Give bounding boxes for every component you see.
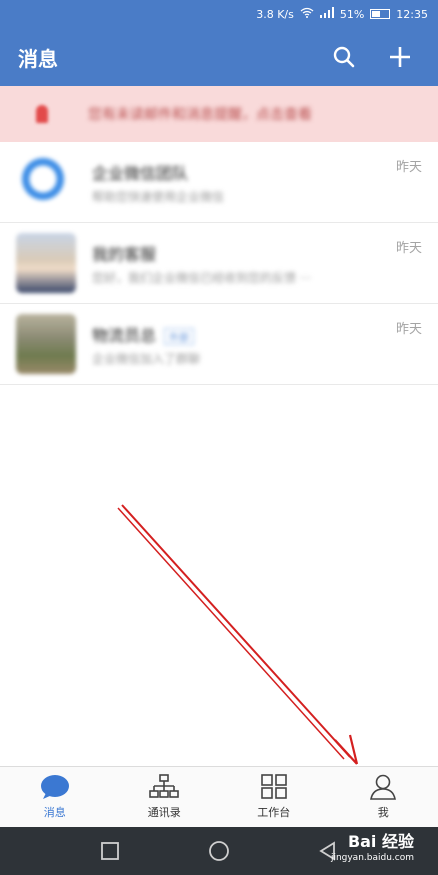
tab-me[interactable]: 我 — [329, 767, 438, 827]
conversation-item[interactable]: 我的客服 您好，我们企业微信已经收到您的反馈 ··· 昨天 — [0, 223, 438, 304]
tab-messages[interactable]: 消息 — [0, 767, 110, 827]
tab-workbench[interactable]: 工作台 — [219, 767, 329, 827]
person-icon — [370, 774, 397, 800]
notification-banner[interactable]: 您有未读邮件和消息提醒，点击查看 — [0, 86, 438, 142]
tab-contacts[interactable]: 通讯录 — [110, 767, 220, 827]
tab-label: 我 — [377, 806, 389, 819]
tab-label: 消息 — [43, 806, 66, 819]
bottom-tab-bar: 消息 通讯录 工作台 我 — [0, 766, 438, 827]
search-icon — [333, 46, 355, 68]
tab-label: 工作台 — [257, 806, 291, 819]
conversation-time: 昨天 — [395, 322, 422, 337]
person-avatar — [16, 233, 76, 293]
conversation-name: 物流员总 外部 — [92, 322, 195, 346]
conversation-name: 企业微信团队 — [92, 164, 189, 183]
plus-icon — [390, 47, 410, 67]
conversation-time: 昨天 — [395, 241, 422, 256]
watermark-brand: Bai 经验 — [347, 832, 414, 851]
chat-bubble-icon — [40, 775, 69, 799]
network-speed: 3.8 K/s — [256, 7, 294, 21]
status-bar: 3.8 K/s 51% 12:35 — [0, 0, 438, 28]
org-chart-icon — [149, 774, 180, 798]
wifi-icon — [300, 7, 314, 21]
grid-icon — [260, 774, 287, 799]
search-button[interactable] — [324, 37, 364, 77]
external-tag: 外部 — [164, 328, 195, 345]
home-icon[interactable] — [208, 840, 230, 862]
group-avatar — [16, 314, 76, 374]
watermark-url: jingyan.baidu.com — [330, 853, 414, 863]
conversation-list: 企业微信团队 帮助您快速使用企业微信 昨天 我的客服 您好，我们企业微信已经收到… — [0, 142, 438, 385]
app-header: 消息 — [0, 28, 438, 86]
tab-label: 通讯录 — [147, 806, 181, 819]
battery-icon — [370, 9, 391, 19]
conversation-item[interactable]: 企业微信团队 帮助您快速使用企业微信 昨天 — [0, 142, 438, 223]
conversation-time: 昨天 — [395, 160, 422, 175]
alert-icon — [36, 105, 48, 123]
battery-percent: 51% — [339, 7, 365, 21]
app-logo-avatar — [16, 152, 76, 212]
recent-apps-icon[interactable] — [100, 841, 120, 861]
clock: 12:35 — [396, 7, 428, 21]
baidu-jingyan-watermark: Bai 经验 jingyan.baidu.com — [331, 834, 414, 863]
notice-text: 您有未读邮件和消息提醒，点击查看 — [88, 107, 312, 123]
page-title: 消息 — [18, 46, 58, 71]
conversation-preview: 企业微信加入了群聊 — [92, 352, 201, 366]
conversation-item[interactable]: 物流员总 外部 企业微信加入了群聊 昨天 — [0, 304, 438, 385]
conversation-preview: 您好，我们企业微信已经收到您的反馈 ··· — [92, 271, 312, 285]
add-button[interactable] — [380, 37, 420, 77]
signal-icon — [319, 7, 334, 21]
conversation-name: 我的客服 — [92, 245, 157, 264]
conversation-preview: 帮助您快速使用企业微信 — [92, 190, 225, 204]
